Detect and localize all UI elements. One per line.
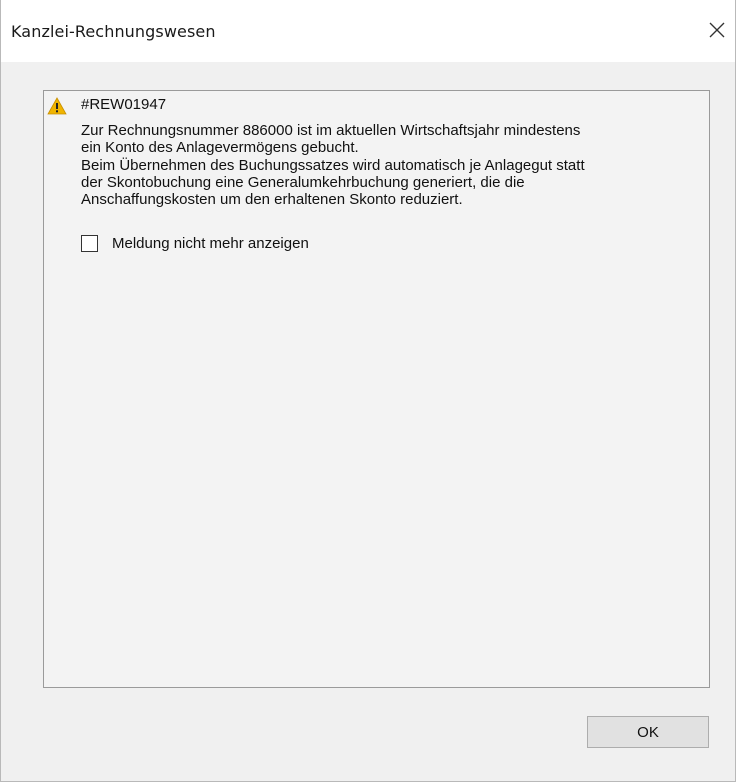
title-bar: Kanzlei-Rechnungswesen — [1, 0, 735, 62]
message-panel: #REW01947 Zur Rechnungsnummer 886000 ist… — [43, 90, 710, 688]
warning-icon — [47, 97, 67, 115]
dont-show-again-checkbox[interactable] — [81, 235, 98, 252]
close-button[interactable] — [699, 10, 735, 50]
message-line: Anschaffungskosten um den erhaltenen Sko… — [81, 191, 463, 209]
message-line: Beim Übernehmen des Buchungssatzes wird … — [81, 156, 585, 174]
dialog-window: Kanzlei-Rechnungswesen #REW01947 Zur Rec… — [0, 0, 736, 782]
dont-show-again-label[interactable]: Meldung nicht mehr anzeigen — [112, 235, 309, 252]
window-title: Kanzlei-Rechnungswesen — [11, 22, 216, 41]
message-line: Zur Rechnungsnummer 886000 ist im aktuel… — [81, 122, 581, 139]
close-icon — [709, 22, 725, 38]
message-line: ein Konto des Anlagevermögens gebucht. — [81, 139, 359, 157]
message-code: #REW01947 — [81, 96, 167, 113]
ok-button[interactable]: OK — [587, 716, 709, 748]
message-text: Zur Rechnungsnummer 886000 ist im aktuel… — [81, 122, 701, 208]
message-line: der Skontobuchung eine Generalumkehrbuch… — [81, 173, 525, 191]
dont-show-again-row[interactable]: Meldung nicht mehr anzeigen — [81, 235, 309, 252]
